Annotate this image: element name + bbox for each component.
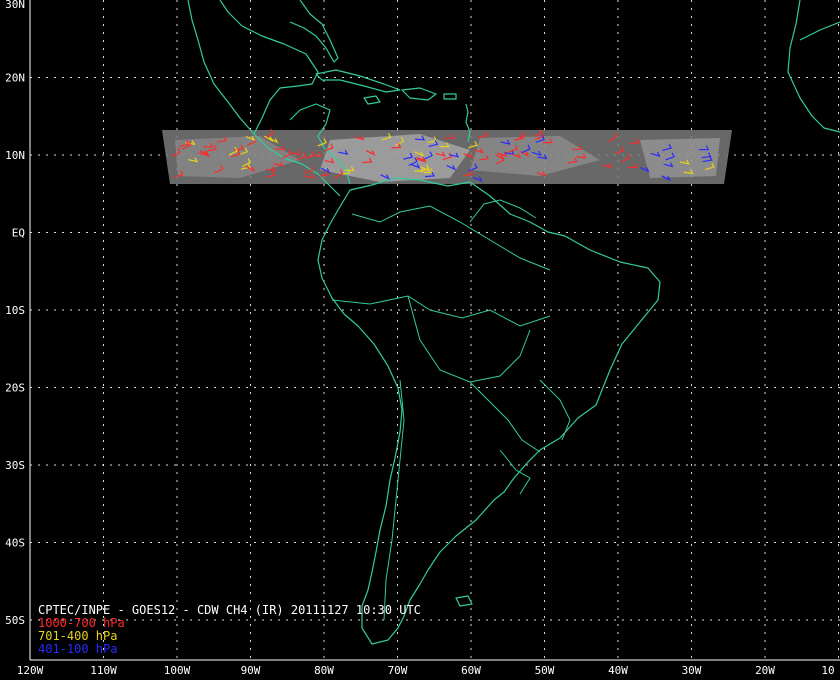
- latitude-label: 20N: [5, 72, 25, 85]
- falklands-coast: [455, 595, 473, 607]
- jamaica-coast: [363, 95, 381, 105]
- longitude-label: 50W: [535, 664, 555, 677]
- weather-map: 120W 110W 100W 90W 80W 70W 60W 50W 40W 30W 20W 10 3…: [0, 0, 840, 680]
- latitude-label: 10S: [5, 304, 25, 317]
- longitude-label: 80W: [314, 664, 334, 677]
- border-north-andes: [351, 205, 551, 271]
- latitude-labels: 30N 20N 10N EQ 10S 20S 30S 40S 50S: [5, 0, 25, 627]
- longitude-label: 40W: [608, 664, 628, 677]
- africa-bulge-coast: [799, 21, 840, 41]
- longitude-label: 30W: [682, 664, 702, 677]
- legend-high-level: 401-100 hPa: [38, 642, 118, 656]
- latitude-label: 10N: [5, 149, 25, 162]
- border-bolivia: [407, 295, 531, 383]
- latitude-label: 20S: [5, 382, 25, 395]
- puerto-rico-coast: [443, 93, 457, 100]
- map-canvas: 120W 110W 100W 90W 80W 70W 60W 50W 40W 30W 20W 10 3…: [5, 0, 840, 677]
- border-guianas: [469, 199, 537, 223]
- south-america-coast: [317, 177, 661, 645]
- border-uruguay: [499, 449, 531, 495]
- latitude-label: 30S: [5, 459, 25, 472]
- map-caption: CPTEC/INPE - GOES12 - CDW CH4 (IR) 20111…: [38, 604, 421, 656]
- longitude-label: 60W: [461, 664, 481, 677]
- africa-coast: [787, 0, 840, 133]
- border-amazon-west: [331, 295, 551, 327]
- latitude-label: 50S: [5, 614, 25, 627]
- cloud-area-3: [640, 138, 720, 178]
- country-borders: [331, 199, 571, 621]
- latitude-label: 40S: [5, 537, 25, 550]
- cuba-coast: [315, 69, 401, 93]
- longitude-label: 10: [821, 664, 834, 677]
- border-paraguay: [469, 381, 541, 453]
- longitude-label: 100W: [164, 664, 191, 677]
- coastlines: [187, 0, 840, 645]
- longitude-label: 90W: [241, 664, 261, 677]
- gulf-of-mexico-coast: [219, 0, 319, 135]
- latitude-label: EQ: [12, 227, 25, 240]
- graticule: [30, 0, 840, 660]
- longitude-label: 110W: [90, 664, 117, 677]
- longitude-labels: 120W 110W 100W 90W 80W 70W 60W 50W 40W 30W 20W 10: [17, 664, 835, 677]
- longitude-label: 120W: [17, 664, 44, 677]
- latitude-label: 30N: [5, 0, 25, 11]
- longitude-label: 70W: [388, 664, 408, 677]
- hispaniola-coast: [401, 87, 437, 101]
- florida-coast: [289, 0, 339, 63]
- longitude-label: 20W: [755, 664, 775, 677]
- border-brazil-south: [539, 379, 571, 441]
